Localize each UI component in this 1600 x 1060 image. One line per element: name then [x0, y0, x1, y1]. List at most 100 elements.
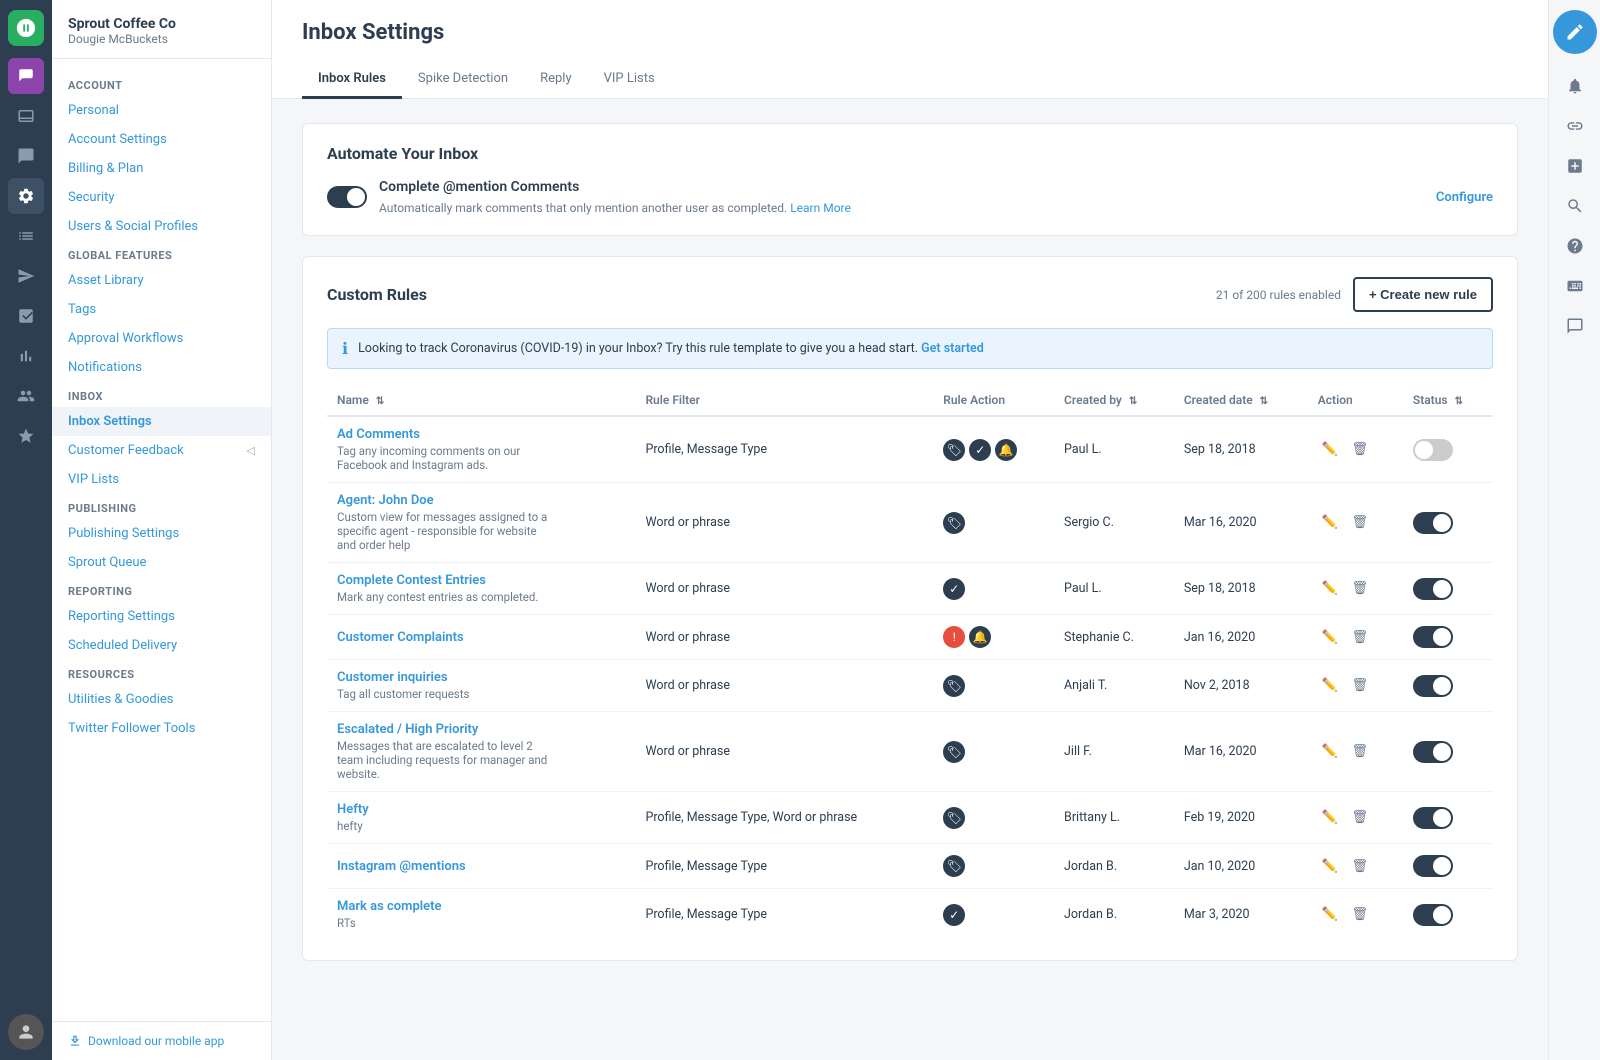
download-app-link[interactable]: Download our mobile app [68, 1034, 255, 1048]
delete-rule-icon[interactable]: 🗑 [1348, 577, 1372, 601]
nav-icon-compose[interactable] [8, 58, 44, 94]
nav-icon-settings[interactable] [8, 178, 44, 214]
create-rule-button[interactable]: + Create new rule [1353, 277, 1493, 312]
delete-rule-icon[interactable]: 🗑 [1348, 674, 1372, 698]
edit-rule-icon[interactable]: ✏️ [1318, 577, 1342, 601]
sidebar-link-notifications[interactable]: Notifications [52, 353, 271, 382]
nav-icon-star[interactable] [8, 418, 44, 454]
sidebar-link-asset-library[interactable]: Asset Library [52, 266, 271, 295]
configure-link[interactable]: Configure [1436, 190, 1493, 205]
sidebar-link-scheduled-delivery[interactable]: Scheduled Delivery [52, 631, 271, 660]
edit-rule-icon[interactable]: ✏️ [1318, 740, 1342, 764]
delete-rule-icon[interactable]: 🗑 [1348, 903, 1372, 927]
nav-icon-messages[interactable] [8, 138, 44, 174]
status-toggle[interactable] [1413, 675, 1453, 697]
status-toggle[interactable] [1413, 626, 1453, 648]
rule-name-link[interactable]: Complete Contest Entries [337, 573, 625, 588]
sidebar-link-customer-feedback[interactable]: Customer Feedback◁ [52, 436, 271, 465]
app-logo[interactable] [8, 10, 44, 46]
rule-name-link[interactable]: Customer Complaints [337, 630, 625, 645]
rule-filter: Word or phrase [635, 483, 933, 563]
info-banner: ℹ Looking to track Coronavirus (COVID-19… [327, 328, 1493, 369]
sidebar-link-approval-workflows[interactable]: Approval Workflows [52, 324, 271, 353]
main-header: Inbox Settings Inbox RulesSpike Detectio… [272, 0, 1548, 99]
sidebar-link-twitter-follower-tools[interactable]: Twitter Follower Tools [52, 714, 271, 743]
nav-icon-inbox[interactable] [8, 98, 44, 134]
edit-rule-icon[interactable]: ✏️ [1318, 806, 1342, 830]
edit-rule-icon[interactable]: ✏️ [1318, 674, 1342, 698]
sidebar: Sprout Coffee Co Dougie McBuckets Accoun… [52, 0, 272, 1060]
right-support-icon[interactable] [1557, 308, 1593, 344]
sidebar-link-account-settings[interactable]: Account Settings [52, 125, 271, 154]
rule-name-link[interactable]: Hefty [337, 802, 625, 817]
sidebar-link-vip-lists[interactable]: VIP Lists [52, 465, 271, 494]
user-avatar[interactable] [8, 1014, 44, 1050]
rule-desc: Messages that are escalated to level 2 t… [337, 739, 557, 781]
col-rule-filter: Rule Filter [635, 385, 933, 416]
sidebar-link-security[interactable]: Security [52, 183, 271, 212]
nav-icon-send[interactable] [8, 258, 44, 294]
status-toggle[interactable] [1413, 741, 1453, 763]
tab-inbox-rules[interactable]: Inbox Rules [302, 61, 402, 99]
status-toggle[interactable] [1413, 855, 1453, 877]
sidebar-link-users-social-profiles[interactable]: Users & Social Profiles [52, 212, 271, 241]
delete-rule-icon[interactable]: 🗑 [1348, 511, 1372, 535]
right-keyboard-icon[interactable] [1557, 268, 1593, 304]
tab-vip-lists[interactable]: VIP Lists [588, 61, 671, 99]
check-action-icon: ✓ [969, 439, 991, 461]
sidebar-link-reporting-settings[interactable]: Reporting Settings [52, 602, 271, 631]
status-toggle[interactable] [1413, 904, 1453, 926]
rule-name-link[interactable]: Customer inquiries [337, 670, 625, 685]
col-action: Action [1308, 385, 1403, 416]
right-help-icon[interactable] [1557, 228, 1593, 264]
rule-desc: Tag any incoming comments on our Faceboo… [337, 444, 557, 472]
edit-rule-icon[interactable]: ✏️ [1318, 511, 1342, 535]
rule-name-link[interactable]: Escalated / High Priority [337, 722, 625, 737]
sidebar-link-personal[interactable]: Personal [52, 96, 271, 125]
table-row: Customer ComplaintsWord or phrase!🔔Steph… [327, 615, 1493, 660]
learn-more-link[interactable]: Learn More [790, 201, 851, 215]
table-row: Escalated / High Priority Messages that a… [327, 712, 1493, 792]
rule-name-link[interactable]: Ad Comments [337, 427, 625, 442]
compose-button[interactable] [1553, 10, 1597, 54]
edit-rule-icon[interactable]: ✏️ [1318, 625, 1342, 649]
status-toggle[interactable] [1413, 578, 1453, 600]
right-search-icon[interactable] [1557, 188, 1593, 224]
rule-name-link[interactable]: Agent: John Doe [337, 493, 625, 508]
col-created-date[interactable]: Created date ⇅ [1174, 385, 1308, 416]
col-created-by[interactable]: Created by ⇅ [1054, 385, 1174, 416]
delete-rule-icon[interactable]: 🗑 [1348, 740, 1372, 764]
rule-name-link[interactable]: Instagram @mentions [337, 859, 625, 874]
edit-rule-icon[interactable]: ✏️ [1318, 903, 1342, 927]
delete-rule-icon[interactable]: 🗑 [1348, 438, 1372, 462]
tab-reply[interactable]: Reply [524, 61, 588, 99]
get-started-link[interactable]: Get started [921, 341, 984, 356]
col-status[interactable]: Status ⇅ [1403, 385, 1493, 416]
sidebar-link-inbox-settings[interactable]: Inbox Settings [52, 407, 271, 436]
edit-rule-icon[interactable]: ✏️ [1318, 438, 1342, 462]
edit-rule-icon[interactable]: ✏️ [1318, 854, 1342, 878]
status-toggle[interactable] [1413, 807, 1453, 829]
status-toggle[interactable] [1413, 439, 1453, 461]
tab-spike-detection[interactable]: Spike Detection [402, 61, 524, 99]
nav-icon-people[interactable] [8, 378, 44, 414]
col-name[interactable]: Name ⇅ [327, 385, 635, 416]
rule-name-link[interactable]: Mark as complete [337, 899, 625, 914]
nav-icon-lists[interactable] [8, 218, 44, 254]
sidebar-link-sprout-queue[interactable]: Sprout Queue [52, 548, 271, 577]
automate-toggle[interactable] [327, 186, 367, 208]
right-link-icon[interactable] [1557, 108, 1593, 144]
right-bell-icon[interactable] [1557, 68, 1593, 104]
right-add-icon[interactable] [1557, 148, 1593, 184]
delete-rule-icon[interactable]: 🗑 [1348, 854, 1372, 878]
delete-rule-icon[interactable]: 🗑 [1348, 625, 1372, 649]
sidebar-link-billing-plan[interactable]: Billing & Plan [52, 154, 271, 183]
nav-icon-chart[interactable] [8, 338, 44, 374]
sidebar-link-tags[interactable]: Tags [52, 295, 271, 324]
status-toggle[interactable] [1413, 512, 1453, 534]
sidebar-link-publishing-settings[interactable]: Publishing Settings [52, 519, 271, 548]
nav-icon-analytics[interactable] [8, 298, 44, 334]
rule-desc: Custom view for messages assigned to a s… [337, 510, 557, 552]
sidebar-link-utilities-goodies[interactable]: Utilities & Goodies [52, 685, 271, 714]
delete-rule-icon[interactable]: 🗑 [1348, 806, 1372, 830]
